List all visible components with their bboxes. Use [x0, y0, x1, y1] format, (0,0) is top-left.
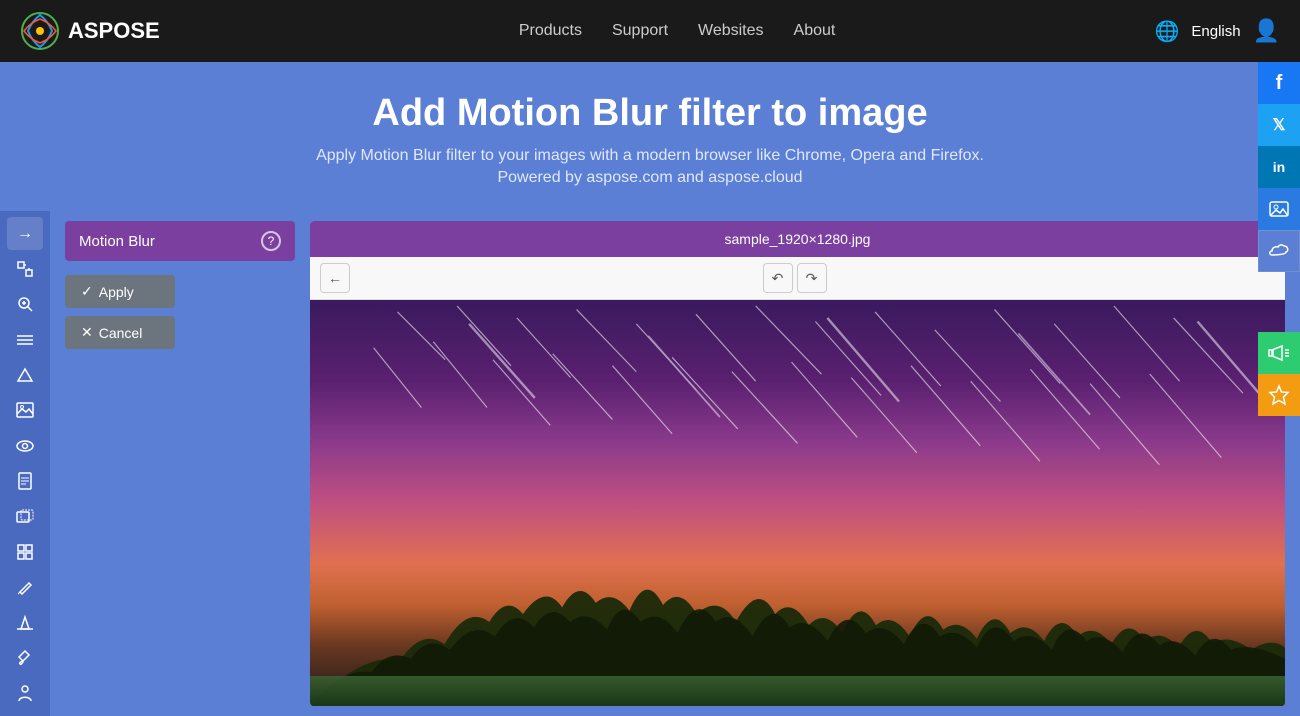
- image-filename: sample_1920×1280.jpg: [725, 231, 871, 247]
- help-icon[interactable]: ?: [261, 231, 281, 251]
- filter-title: Motion Blur: [79, 233, 155, 250]
- nav-products[interactable]: Products: [519, 22, 582, 40]
- image-titlebar: sample_1920×1280.jpg ✕: [310, 221, 1285, 257]
- sidebar-icon-layers[interactable]: [7, 323, 43, 356]
- filter-panel: Motion Blur ? ✓ Apply ✕ Cancel: [65, 221, 295, 706]
- cloud-share-button[interactable]: [1258, 230, 1300, 272]
- nav-support[interactable]: Support: [612, 22, 668, 40]
- image-content: [310, 300, 1285, 706]
- globe-icon: 🌐: [1154, 19, 1179, 44]
- sidebar-icon-pen[interactable]: [7, 571, 43, 604]
- toolbar-left: ←: [320, 263, 350, 293]
- back-button[interactable]: ←: [320, 263, 350, 293]
- navbar-right: 🌐 English 👤: [1154, 18, 1280, 44]
- redo-button[interactable]: ↷: [797, 263, 827, 293]
- editor-panel: Motion Blur ? ✓ Apply ✕ Cancel sample_19…: [50, 211, 1300, 716]
- cancel-label: Cancel: [99, 325, 143, 341]
- hero-description: Apply Motion Blur filter to your images …: [20, 147, 1280, 165]
- logo[interactable]: ASPOSE: [20, 11, 160, 51]
- filter-header: Motion Blur ?: [65, 221, 295, 261]
- facebook-icon: f: [1276, 72, 1283, 95]
- toolbar-center: ↶ ↷: [763, 263, 827, 293]
- content-area: →: [0, 211, 1300, 716]
- undo-button[interactable]: ↶: [763, 263, 793, 293]
- sidebar-icon-person[interactable]: [7, 677, 43, 710]
- image-canvas: [310, 300, 1285, 706]
- navbar-links: Products Support Websites About: [200, 22, 1155, 40]
- cancel-button[interactable]: ✕ Cancel: [65, 316, 175, 349]
- nav-about[interactable]: About: [794, 22, 836, 40]
- checkmark-icon: ✓: [81, 283, 93, 300]
- logo-text: ASPOSE: [68, 18, 160, 44]
- image-share-icon: [1269, 199, 1289, 219]
- sidebar-icon-mountain[interactable]: [7, 358, 43, 391]
- announce-button[interactable]: [1258, 332, 1300, 374]
- apply-label: Apply: [99, 284, 134, 300]
- sidebar-icon-mountain2[interactable]: [7, 606, 43, 639]
- user-icon[interactable]: 👤: [1253, 18, 1280, 44]
- sidebar-icon-grid[interactable]: [7, 535, 43, 568]
- left-sidebar: →: [0, 211, 50, 716]
- sidebar-icon-zoom[interactable]: [7, 288, 43, 321]
- sidebar-icon-transform[interactable]: [7, 252, 43, 285]
- hero-section: Add Motion Blur filter to image Apply Mo…: [0, 62, 1300, 211]
- facebook-button[interactable]: f: [1258, 62, 1300, 104]
- image-viewer: sample_1920×1280.jpg ✕ ← ↶ ↷: [310, 221, 1285, 706]
- apply-button[interactable]: ✓ Apply: [65, 275, 175, 308]
- image-share-button[interactable]: [1258, 188, 1300, 230]
- linkedin-button[interactable]: in: [1258, 146, 1300, 188]
- sidebar-icon-image[interactable]: [7, 394, 43, 427]
- cloud-icon: [1268, 243, 1290, 259]
- sidebar-icon-brush[interactable]: [7, 641, 43, 674]
- sidebar-icon-arrow[interactable]: →: [7, 217, 43, 250]
- nav-websites[interactable]: Websites: [698, 22, 764, 40]
- sidebar-icon-doc[interactable]: [7, 465, 43, 498]
- twitter-icon: 𝕏: [1273, 115, 1286, 135]
- twitter-button[interactable]: 𝕏: [1258, 104, 1300, 146]
- image-toolbar: ← ↶ ↷: [310, 257, 1285, 300]
- star-icon: [1268, 384, 1290, 406]
- x-icon: ✕: [81, 324, 93, 341]
- navbar: ASPOSE Products Support Websites About 🌐…: [0, 0, 1300, 62]
- sidebar-icon-gallery[interactable]: [7, 500, 43, 533]
- linkedin-icon: in: [1273, 159, 1285, 175]
- right-sidebar: f 𝕏 in: [1258, 62, 1300, 416]
- hero-powered-by: Powered by aspose.com and aspose.cloud: [20, 169, 1280, 187]
- language-label[interactable]: English: [1191, 23, 1240, 40]
- announce-icon: [1268, 342, 1290, 364]
- hero-title: Add Motion Blur filter to image: [20, 92, 1280, 135]
- sidebar-icon-eye[interactable]: [7, 429, 43, 462]
- star-button[interactable]: [1258, 374, 1300, 416]
